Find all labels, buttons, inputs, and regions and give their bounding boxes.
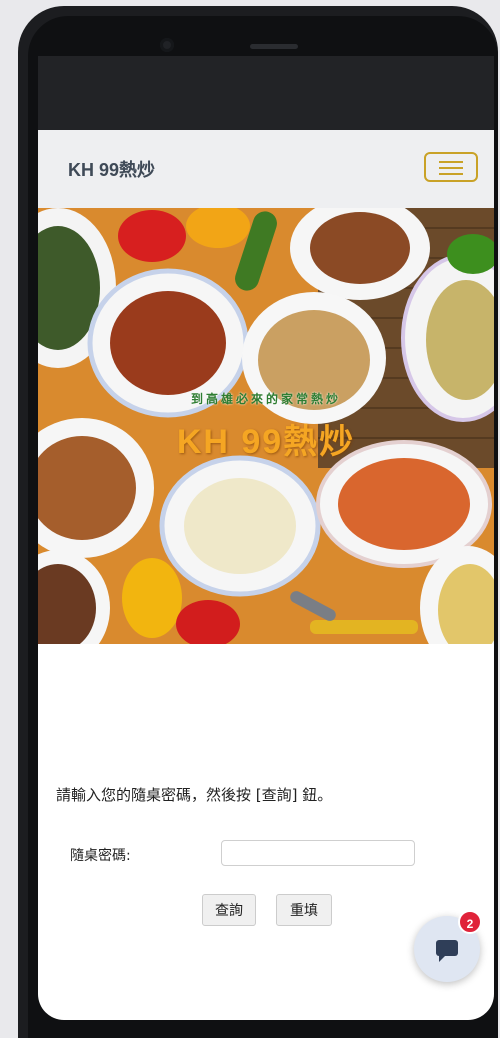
reset-button[interactable]: 重填 bbox=[276, 894, 332, 926]
chat-bubble-icon bbox=[436, 940, 458, 962]
password-label: 隨桌密碼: bbox=[70, 848, 131, 864]
status-bar-area bbox=[38, 56, 494, 130]
hero-title: KH 99熱炒 bbox=[176, 423, 356, 461]
unread-count-badge: 2 bbox=[458, 910, 482, 934]
instruction-text: 請輸入您的隨桌密碼，然後按 [查詢] 鈕。 bbox=[56, 786, 333, 804]
hero-food-image: 到高雄必來的家常熱炒 KH 99熱炒 bbox=[38, 208, 494, 644]
hamburger-line bbox=[439, 173, 463, 175]
navbar: KH 99熱炒 bbox=[38, 130, 494, 209]
chat-launcher-button[interactable]: 2 bbox=[414, 910, 482, 982]
phone-screen: KH 99熱炒 到高雄必來的家常熱炒 KH 99熱炒 請輸入您的隨桌密碼，然後按… bbox=[38, 56, 494, 1020]
hamburger-menu-icon bbox=[439, 161, 463, 163]
hamburger-line bbox=[439, 167, 463, 169]
hamburger-menu-button[interactable] bbox=[424, 152, 478, 182]
earpiece-speaker bbox=[250, 44, 298, 49]
hero-tagline: 到高雄必來的家常熱炒 bbox=[190, 392, 341, 406]
brand-title[interactable]: KH 99熱炒 bbox=[68, 156, 155, 182]
table-password-input[interactable] bbox=[221, 840, 415, 866]
front-camera bbox=[160, 38, 174, 52]
query-button[interactable]: 查詢 bbox=[202, 894, 256, 926]
